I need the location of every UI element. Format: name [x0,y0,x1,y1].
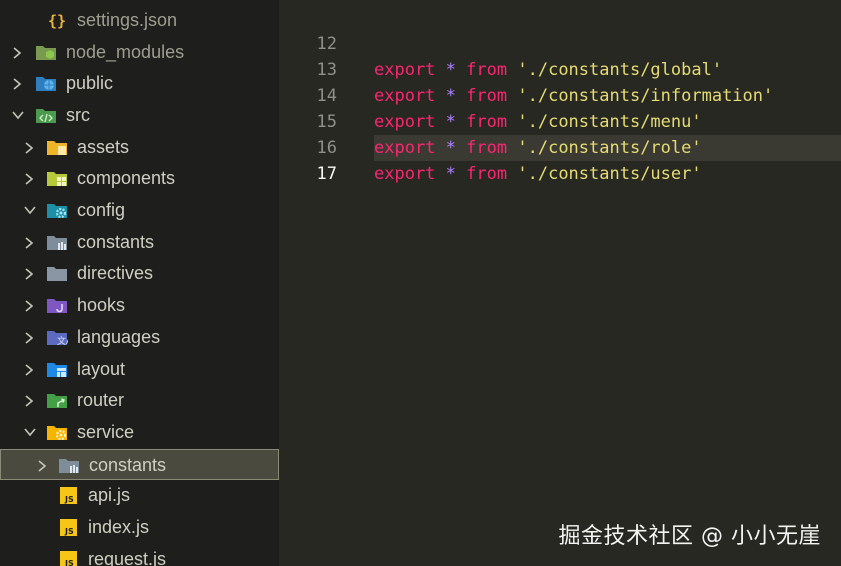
tree-folder-languages[interactable]: 文A languages [0,322,279,353]
svg-text:{}: {} [48,12,66,30]
line-number: 17 [316,164,337,184]
tree-label: config [77,200,126,220]
svg-text:JS: JS [64,527,74,536]
tree-label: request.js [88,549,167,566]
router-folder-icon [46,391,68,410]
tree-folder-constants[interactable]: constants [0,227,279,258]
svg-text:JS: JS [64,495,74,504]
tree-file-api-js[interactable]: JS api.js [0,480,279,511]
chevron-down-icon[interactable] [10,100,24,131]
tree-folder-router[interactable]: router [0,385,279,416]
tree-label: constants [77,232,155,252]
export-keyword: export [374,164,436,184]
tree-folder-service-constants[interactable]: constants [0,449,279,480]
chevron-right-icon[interactable] [10,37,24,68]
tree-label: directives [77,263,154,283]
chevron-right-icon[interactable] [35,450,49,481]
tree-label: router [77,390,125,410]
svg-text:文A: 文A [57,335,68,347]
tree-folder-hooks[interactable]: hooks [0,290,279,321]
code-line-current[interactable]: 17 [279,135,841,184]
tree-folder-src[interactable]: src [0,100,279,131]
tree-label: hooks [77,295,126,315]
code-editor[interactable]: 12 export * from './constants/global' 13… [279,0,841,566]
vscode-window: {} settings.json node_modules public src… [0,0,841,566]
chevron-right-icon[interactable] [22,132,36,163]
tree-label: languages [77,327,161,347]
from-keyword: from [466,164,508,184]
js-file-icon: JS [58,486,80,505]
tree-folder-components[interactable]: components [0,163,279,194]
tree-file-index-js[interactable]: JS index.js [0,512,279,543]
service-folder-icon [46,423,68,442]
tree-folder-assets[interactable]: assets [0,132,279,163]
tree-label: public [66,73,114,93]
tree-file-settings-json[interactable]: {} settings.json [0,5,279,36]
tree-label: constants [89,455,167,475]
constants-folder-icon [58,456,80,475]
tree-label: settings.json [77,10,178,30]
tree-label: src [66,105,90,125]
chevron-down-icon[interactable] [22,417,36,448]
chevron-right-icon[interactable] [22,322,36,353]
public-folder-icon [35,74,57,93]
tree-folder-config[interactable]: config [0,195,279,226]
src-folder-icon [35,106,57,125]
json-braces-icon: {} [47,11,69,30]
js-file-icon: JS [58,518,80,537]
file-explorer: {} settings.json node_modules public src… [0,0,279,566]
chevron-right-icon[interactable] [22,163,36,194]
svg-text:JS: JS [64,559,74,566]
chevron-right-icon[interactable] [22,258,36,289]
chevron-right-icon[interactable] [22,354,36,385]
assets-folder-icon [46,138,68,157]
code-line[interactable]: 16 export * from './constants/user' [279,109,841,184]
hooks-folder-icon [46,296,68,315]
tree-folder-node-modules[interactable]: node_modules [0,37,279,68]
chevron-right-icon[interactable] [22,385,36,416]
chevron-right-icon[interactable] [10,68,24,99]
tree-label: service [77,422,135,442]
components-folder-icon [46,169,68,188]
js-file-icon: JS [58,550,80,566]
chevron-right-icon[interactable] [22,290,36,321]
code-line[interactable]: 14 export * from './constants/menu' [279,57,841,132]
layout-folder-icon [46,360,68,379]
tree-folder-public[interactable]: public [0,68,279,99]
tree-folder-layout[interactable]: layout [0,354,279,385]
chevron-down-icon[interactable] [22,195,36,226]
module-path-string: './constants/user' [517,164,702,184]
tree-label: layout [77,359,126,379]
tree-label: node_modules [66,42,185,62]
chevron-right-icon[interactable] [22,227,36,258]
tree-label: assets [77,137,130,157]
tree-label: components [77,168,176,188]
tree-folder-service[interactable]: service [0,417,279,448]
node-folder-icon [35,43,57,62]
code-line[interactable]: 15 export * from './constants/role' [279,83,841,158]
languages-folder-icon: 文A [46,328,68,347]
config-folder-icon [46,201,68,220]
code-line[interactable]: 12 export * from './constants/global' [279,5,841,80]
wildcard-operator: * [445,164,456,184]
watermark-text: 掘金技术社区 @ 小小无崖 [558,524,821,549]
constants-folder-icon [46,233,68,252]
tree-file-request-js[interactable]: JS request.js [0,544,279,566]
code-line[interactable]: 13 export * from './constants/informatio… [279,31,841,106]
tree-folder-directives[interactable]: directives [0,258,279,289]
tree-label: index.js [88,517,150,537]
tree-label: api.js [88,485,131,505]
folder-icon [46,264,68,283]
